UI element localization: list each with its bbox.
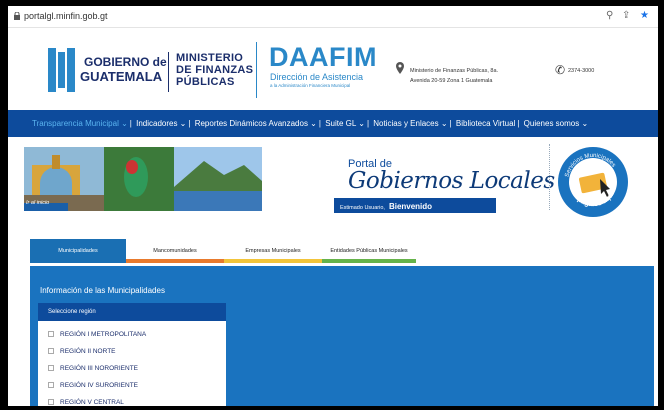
tab-entidades-publicas[interactable]: Entidades Públicas Municipales xyxy=(322,239,416,263)
region-checkbox-5[interactable]: REGIÓN V CENTRAL xyxy=(48,399,124,406)
checkbox-icon xyxy=(48,331,54,337)
divider xyxy=(168,52,169,92)
address-text: Ministerio de Finanzas Públicas, 8a. Ave… xyxy=(410,68,499,84)
daafim-subtitle: Dirección de Asistencia xyxy=(270,72,364,82)
gobierno-line1: GOBIERNO de xyxy=(84,55,167,69)
tab-mancomunidades[interactable]: Mancomunidades xyxy=(126,239,224,263)
nav-quienes-somos[interactable]: Quienes somos ⌄ xyxy=(524,119,589,128)
gobierno-line2: GUATEMALA xyxy=(80,69,163,84)
checkbox-icon xyxy=(48,348,54,354)
nav-indicadores[interactable]: Indicadores ⌄ xyxy=(136,119,186,128)
checkbox-icon xyxy=(48,382,54,388)
dotted-divider xyxy=(549,144,551,210)
nav-transparencia-municipal[interactable]: Transparencia Municipal ⌄ xyxy=(32,119,128,128)
location-pin-icon xyxy=(396,62,404,74)
daafim-logo[interactable]: DAAFIM xyxy=(269,42,377,73)
phone-number: 2374-3000 xyxy=(568,68,595,74)
divider xyxy=(256,42,257,98)
lock-icon xyxy=(14,12,20,20)
banner-photo-collage xyxy=(24,147,262,211)
nav-noticias[interactable]: Noticias y Enlaces ⌄ xyxy=(373,119,447,128)
guatemala-logo-icon xyxy=(48,48,75,92)
nav-reportes[interactable]: Reportes Dinámicos Avanzados ⌄ xyxy=(195,119,317,128)
bookmark-star-icon[interactable]: ★ xyxy=(640,10,649,21)
browser-window: portalgl.minfin.gob.gt ⚲ ⇪ ★ GOBIERNO de… xyxy=(8,6,658,406)
ministerio-text: MINISTERIO DE FINANZAS PÚBLICAS xyxy=(176,52,254,88)
region-checkbox-3[interactable]: REGIÓN III NORORIENTE xyxy=(48,365,138,372)
nav-biblioteca[interactable]: Biblioteca Virtual xyxy=(456,119,515,128)
region-checkbox-4[interactable]: REGIÓN IV SURORIENTE xyxy=(48,382,138,389)
zoom-icon[interactable]: ⚲ xyxy=(606,10,613,21)
entity-tabs: Municipalidades Mancomunidades Empresas … xyxy=(30,239,650,263)
panel-title: Información de las Municipalidades xyxy=(40,286,165,295)
content-area: Municipalidades Mancomunidades Empresas … xyxy=(8,221,658,406)
phone-icon: ✆ xyxy=(555,63,566,77)
checkbox-icon xyxy=(48,365,54,371)
nav-suite-gl[interactable]: Suite GL ⌄ xyxy=(325,119,365,128)
region-checkbox-1[interactable]: REGIÓN I METROPOLITANA xyxy=(48,331,146,338)
tab-municipalidades[interactable]: Municipalidades xyxy=(30,239,126,263)
banner: Ir al inicio Portal de Gobiernos Locales… xyxy=(8,137,658,221)
url-text[interactable]: portalgl.minfin.gob.gt xyxy=(24,11,108,21)
ir-al-inicio-link[interactable]: Ir al inicio xyxy=(26,200,49,206)
tab-empresas-municipales[interactable]: Empresas Municipales xyxy=(224,239,322,263)
main-nav: Transparencia Municipal ⌄ | Indicadores ⌄… xyxy=(8,110,658,137)
servicios-municipales-badge[interactable]: Servicios Municipales págalos aquí xyxy=(556,145,630,219)
welcome-bar: Estimado Usuario, Bienvenido xyxy=(334,198,496,213)
region-selector-header: Seleccione región xyxy=(38,303,226,321)
share-icon[interactable]: ⇪ xyxy=(622,10,630,21)
checkbox-icon xyxy=(48,399,54,405)
site-header: GOBIERNO de GUATEMALA MINISTERIO DE FINA… xyxy=(8,28,658,110)
region-selector: Seleccione región REGIÓN I METROPOLITANA… xyxy=(38,303,226,406)
municipalidades-panel: Información de las Municipalidades Selec… xyxy=(30,266,654,406)
region-checkbox-2[interactable]: REGIÓN II NORTE xyxy=(48,348,116,355)
portal-title: Gobiernos Locales xyxy=(348,168,555,194)
daafim-subtitle-small: a la Administración Financiera Municipal xyxy=(270,83,351,88)
address-bar[interactable]: portalgl.minfin.gob.gt ⚲ ⇪ ★ xyxy=(8,6,658,28)
